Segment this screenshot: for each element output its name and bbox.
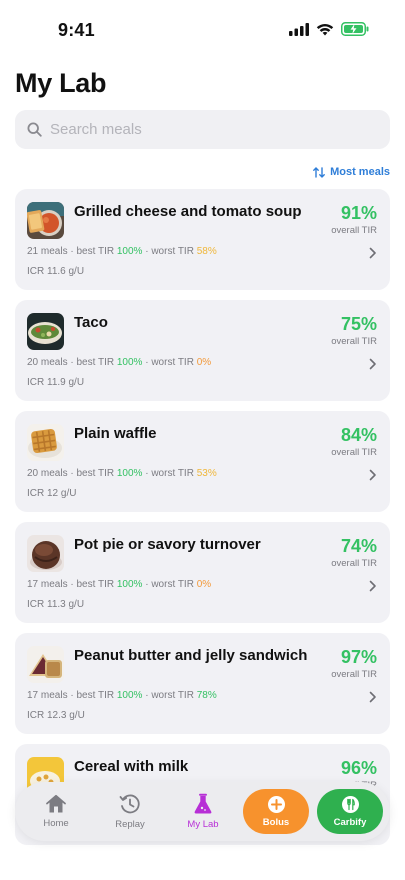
grilled-cheese-soup-photo [27, 202, 64, 239]
meal-count: 21 meals [27, 246, 68, 257]
best-tir-label: · best TIR [67, 690, 117, 701]
meal-name: Peanut butter and jelly sandwich [74, 647, 308, 664]
meal-name: Cereal with milk [74, 758, 189, 775]
meal-name: Plain waffle [74, 425, 157, 442]
worst-tir-label: · worst TIR [142, 579, 197, 590]
pbj-sandwich-photo [27, 646, 64, 683]
overall-tir-value: 74% [340, 536, 377, 556]
worst-tir-value: 78% [196, 690, 217, 701]
meal-count: 20 meals [27, 468, 68, 479]
carbify-label: Carbify [333, 817, 367, 828]
chevron-right-icon[interactable] [369, 691, 377, 703]
best-tir-value: 100% [116, 690, 143, 701]
chevron-right-icon[interactable] [369, 247, 377, 259]
sort-button[interactable]: Most meals [313, 166, 390, 178]
overall-tir-label: overall TIR [331, 669, 377, 680]
search-icon [27, 122, 42, 137]
overall-tir-value: 84% [340, 425, 377, 445]
tab-replay-label: Replay [115, 819, 145, 830]
icr-value: ICR 11.6 g/U [27, 266, 85, 277]
pot-pie-photo [27, 535, 64, 572]
best-tir-value: 100% [116, 357, 143, 368]
flask-icon [194, 793, 212, 814]
search-input[interactable] [50, 121, 350, 138]
status-bar: 9:41 [0, 0, 405, 54]
waffle-photo [27, 424, 64, 461]
worst-tir-value: 0% [196, 357, 212, 368]
best-tir-label: · best TIR [67, 579, 117, 590]
battery-charging-icon [341, 22, 369, 36]
meal-count: 20 meals [27, 357, 68, 368]
fork-knife-icon [341, 796, 359, 813]
best-tir-label: · best TIR [67, 468, 117, 479]
bolus-label: Bolus [262, 817, 290, 828]
chevron-right-icon[interactable] [369, 580, 377, 592]
overall-tir-value: 91% [340, 203, 377, 223]
worst-tir-label: · worst TIR [142, 690, 197, 701]
tab-home-label: Home [43, 818, 69, 829]
best-tir-value: 100% [116, 246, 143, 257]
meal-name: Pot pie or savory turnover [74, 536, 261, 553]
meal-stats: 20 meals · best TIR 100% · worst TIR 53% [27, 468, 217, 479]
meal-count: 17 meals [27, 579, 68, 590]
meal-card[interactable]: Peanut butter and jelly sandwich 97% ove… [15, 633, 390, 734]
icr-value: ICR 11.3 g/U [27, 599, 85, 610]
worst-tir-value: 53% [196, 468, 217, 479]
best-tir-label: · best TIR [67, 357, 117, 368]
plus-circle-icon [267, 796, 285, 813]
overall-tir-label: overall TIR [331, 336, 377, 347]
replay-clock-icon [119, 794, 140, 814]
sort-label: Most meals [330, 166, 390, 178]
meal-stats: 21 meals · best TIR 100% · worst TIR 58% [27, 246, 217, 257]
cellular-signal-icon [289, 22, 309, 36]
page-title: My Lab [15, 68, 107, 98]
overall-tir-label: overall TIR [331, 558, 377, 569]
sort-arrows-icon [313, 166, 325, 178]
tab-my-lab[interactable]: My Lab [182, 782, 224, 841]
overall-tir-value: 97% [340, 647, 377, 667]
tab-bar: Home Replay My Lab Bolus Carbify [15, 782, 390, 841]
worst-tir-label: · worst TIR [142, 357, 197, 368]
meal-name: Grilled cheese and tomato soup [74, 203, 302, 220]
meal-card[interactable]: Grilled cheese and tomato soup 91% overa… [15, 189, 390, 290]
tab-home[interactable]: Home [35, 782, 77, 841]
worst-tir-value: 0% [196, 579, 212, 590]
worst-tir-value: 58% [196, 246, 217, 257]
meal-count: 17 meals [27, 690, 68, 701]
best-tir-value: 100% [116, 468, 143, 479]
icr-value: ICR 12.3 g/U [27, 710, 85, 721]
meal-card[interactable]: Pot pie or savory turnover 74% overall T… [15, 522, 390, 623]
home-icon [46, 794, 66, 813]
overall-tir-label: overall TIR [331, 447, 377, 458]
overall-tir-value: 75% [340, 314, 377, 334]
best-tir-value: 100% [116, 579, 143, 590]
meal-stats: 20 meals · best TIR 100% · worst TIR 0% [27, 357, 211, 368]
meal-stats: 17 meals · best TIR 100% · worst TIR 78% [27, 690, 217, 701]
meal-list: Grilled cheese and tomato soup 91% overa… [15, 189, 390, 855]
meal-name: Taco [74, 314, 108, 331]
meal-card[interactable]: Taco 75% overall TIR 20 meals · best TIR… [15, 300, 390, 401]
taco-photo [27, 313, 64, 350]
status-time: 9:41 [58, 20, 95, 40]
meal-stats: 17 meals · best TIR 100% · worst TIR 0% [27, 579, 211, 590]
tab-my-lab-label: My Lab [187, 819, 219, 830]
best-tir-label: · best TIR [67, 246, 117, 257]
search-bar[interactable] [15, 110, 390, 149]
chevron-right-icon[interactable] [369, 358, 377, 370]
icr-value: ICR 11.9 g/U [27, 377, 85, 388]
overall-tir-label: overall TIR [331, 225, 377, 236]
bolus-button[interactable]: Bolus [243, 789, 309, 834]
meal-card[interactable]: Plain waffle 84% overall TIR 20 meals · … [15, 411, 390, 512]
worst-tir-label: · worst TIR [142, 246, 197, 257]
wifi-icon [316, 23, 334, 35]
status-icons [289, 22, 369, 36]
carbify-button[interactable]: Carbify [317, 789, 383, 834]
worst-tir-label: · worst TIR [142, 468, 197, 479]
chevron-right-icon[interactable] [369, 469, 377, 481]
overall-tir-value: 96% [340, 758, 377, 778]
icr-value: ICR 12 g/U [27, 488, 77, 499]
tab-replay[interactable]: Replay [109, 782, 151, 841]
